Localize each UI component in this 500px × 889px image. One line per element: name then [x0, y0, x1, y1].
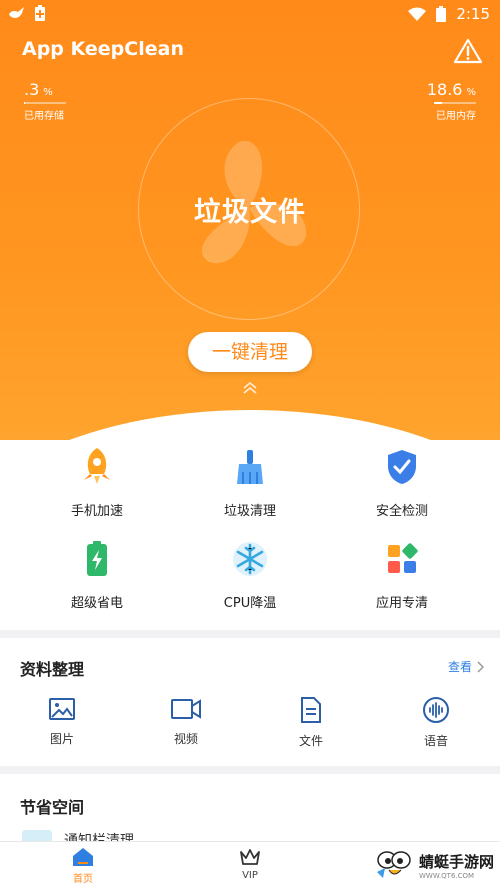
- storage-label: 已用存储: [24, 111, 64, 122]
- tool-phone-boost[interactable]: 手机加速: [37, 446, 157, 519]
- bird-icon: [9, 7, 24, 18]
- tab-label: VIP: [242, 870, 258, 881]
- snowflake-icon: [233, 542, 267, 576]
- memory-stat: 18.6% 已用内存: [427, 80, 476, 122]
- status-bar: 2:15: [0, 0, 500, 28]
- notification-clean-icon: [22, 830, 52, 841]
- memory-unit: %: [466, 87, 476, 98]
- view-link-label: 查看: [447, 660, 472, 674]
- tool-label: 垃圾清理: [223, 504, 276, 519]
- doc-videos[interactable]: 视频: [136, 696, 236, 747]
- battery-saver-icon: [35, 5, 45, 21]
- rocket-icon: [84, 448, 110, 484]
- junk-files-title: 垃圾文件: [194, 197, 306, 228]
- voice-icon: [423, 697, 449, 723]
- video-icon: [171, 699, 201, 719]
- files-card: 资料整理 查看 图片 视频 文件 语音: [0, 638, 500, 766]
- tool-app-clean[interactable]: 应用专清: [342, 540, 462, 611]
- tools-grid: 手机加速 垃圾清理 安全检测 超级省电 CPU降温 应用专清: [0, 440, 500, 630]
- watermark-text: 蜻蜓手游网: [418, 852, 494, 871]
- save-section-title: 节省空间: [20, 798, 85, 817]
- battery-bolt-icon: [87, 541, 107, 576]
- double-chevron-up-icon[interactable]: [241, 381, 259, 395]
- doc-files[interactable]: 文件: [261, 696, 361, 749]
- doc-label: 图片: [49, 732, 74, 746]
- doc-label: 视频: [173, 732, 198, 746]
- home-icon: [73, 848, 93, 866]
- storage-unit: %: [43, 87, 53, 98]
- save-space-card: 节省空间 通知栏清理: [0, 774, 500, 841]
- one-click-clean-button[interactable]: 一键清理: [188, 332, 312, 372]
- watermark-logo: 蜻蜓手游网 WWW.QT6.COM: [375, 848, 494, 882]
- tab-vip[interactable]: VIP: [210, 846, 290, 881]
- status-time: 2:15: [456, 5, 490, 23]
- warning-icon[interactable]: [454, 38, 482, 64]
- memory-label: 已用内存: [436, 111, 476, 122]
- storage-value: .3: [24, 80, 40, 99]
- memory-value: 18.6: [426, 80, 463, 99]
- tool-label: CPU降温: [223, 596, 277, 611]
- app-title: App KeepClean: [22, 38, 184, 60]
- broom-icon: [237, 450, 263, 484]
- notification-clean-item[interactable]: 通知栏清理: [64, 830, 134, 841]
- hero-panel: 2:15 App KeepClean .3% 已用存储 18.6% 已用内存 垃…: [0, 0, 500, 440]
- tool-cpu-cooling[interactable]: CPU降温: [190, 540, 310, 611]
- tab-label: 首页: [73, 874, 93, 885]
- file-icon: [301, 697, 321, 723]
- files-section-title: 资料整理: [20, 660, 85, 679]
- watermark-sub: WWW.QT6.COM: [418, 871, 475, 880]
- tool-label: 超级省电: [70, 596, 123, 611]
- tool-label: 手机加速: [70, 504, 123, 519]
- tab-home[interactable]: 首页: [43, 846, 123, 885]
- view-link[interactable]: 查看: [448, 658, 484, 675]
- doc-label: 语音: [423, 734, 448, 748]
- storage-stat: .3% 已用存储: [24, 80, 66, 122]
- tool-security-check[interactable]: 安全检测: [342, 448, 462, 519]
- doc-label: 文件: [298, 734, 323, 748]
- bottom-tab-bar: 首页 VIP 蜻蜓手游网 WWW.QT6.COM: [0, 841, 500, 889]
- wifi-icon: [408, 7, 427, 21]
- crown-icon: [240, 849, 260, 865]
- chevron-right-icon: [477, 660, 484, 673]
- dragonfly-logo-icon: [376, 851, 411, 878]
- image-icon: [49, 698, 75, 720]
- battery-icon: [436, 6, 447, 22]
- doc-images[interactable]: 图片: [12, 696, 112, 747]
- memory-bar: [434, 102, 476, 104]
- doc-voice[interactable]: 语音: [386, 696, 486, 749]
- apps-icon: [388, 543, 418, 573]
- tool-junk-clean[interactable]: 垃圾清理: [190, 448, 310, 519]
- tool-label: 安全检测: [375, 504, 428, 519]
- shield-check-icon: [388, 450, 416, 484]
- tool-label: 应用专清: [375, 596, 428, 611]
- tool-power-saving[interactable]: 超级省电: [37, 540, 157, 611]
- hero-curve: [0, 410, 500, 440]
- storage-bar: [24, 102, 66, 104]
